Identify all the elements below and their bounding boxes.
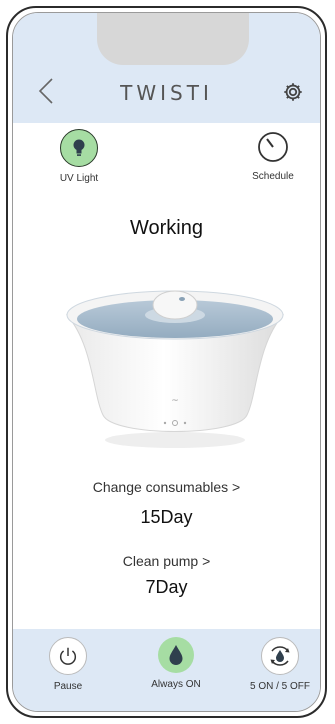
uv-light-toggle[interactable]: UV Light [39,129,119,184]
lightbulb-icon [73,139,85,156]
cycle-label: 5 ON / 5 OFF [249,681,310,692]
water-drop-icon [169,645,183,665]
always-on-icon-circle [158,637,194,673]
mode-bar: Pause Always ON 5 ON / 5 OFF [13,629,320,711]
top-bar: TWISTI [13,73,320,113]
cycle-drop-icon [270,646,290,666]
svg-text:~: ~ [171,396,179,406]
settings-button[interactable] [278,77,308,107]
pause-mode-button[interactable]: Pause [23,637,113,692]
change-consumables-value: 15Day [140,507,193,527]
schedule-label: Schedule [252,171,294,182]
phone-notch [97,13,249,65]
pause-label: Pause [53,681,83,692]
device-status: Working [130,217,203,239]
timer-icon [258,132,288,162]
power-icon [59,647,77,665]
schedule-icon-circle [255,129,291,165]
clean-pump-link[interactable]: Clean pump > [13,553,320,569]
phone-frame: TWISTI UV Light Schedule Working ~ Chang… [6,6,327,718]
water-fountain-image: ~ [65,290,285,448]
screen: TWISTI UV Light Schedule Working ~ Chang… [12,12,321,712]
cycle-icon-circle [261,637,299,675]
change-consumables-link[interactable]: Change consumables > [13,479,320,495]
always-on-label: Always ON [151,679,201,690]
app-title: TWISTI [120,81,213,105]
schedule-button[interactable]: Schedule [233,129,313,182]
gear-icon [284,83,302,101]
clean-pump-value: 7Day [145,577,188,597]
cycle-mode-button[interactable]: 5 ON / 5 OFF [235,637,320,692]
uv-light-icon-circle [60,129,98,167]
uv-light-label: UV Light [59,173,99,184]
pause-icon-circle [49,637,87,675]
always-on-mode-button[interactable]: Always ON [131,637,221,690]
